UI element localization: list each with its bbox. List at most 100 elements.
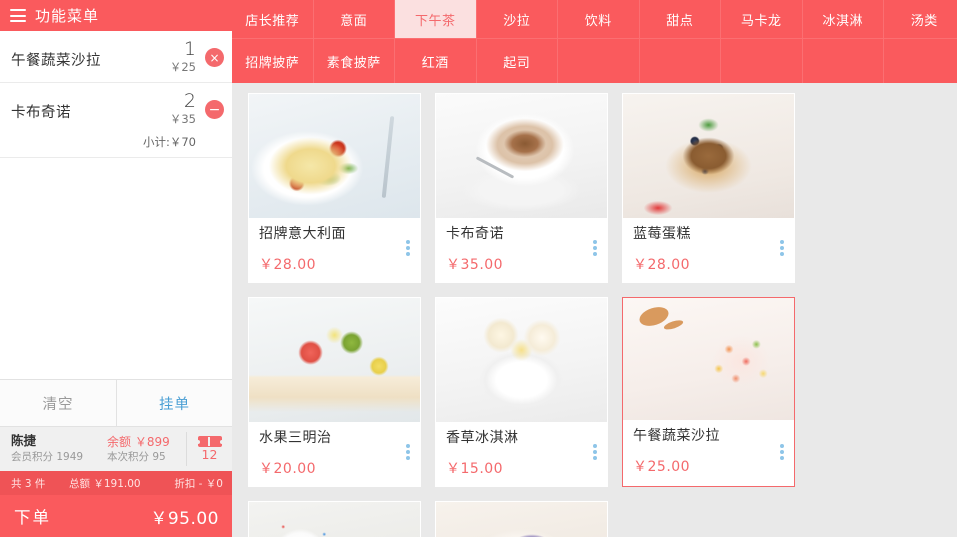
product-name: 卡布奇诺 [446,226,504,242]
product-name: 蓝莓蛋糕 [633,226,691,242]
cart-item-unit-price: ￥25 [169,59,196,74]
product-card-卡布奇诺[interactable]: 卡布奇诺 ￥35.00 [435,93,608,283]
product-image-马卡龙 [436,502,607,537]
main-panel: 店长推荐 意面 下午茶 沙拉 饮料 甜点 马卡龙 冰淇淋 汤类 招牌披萨 素食披萨 红酒 起司 招牌意… [232,0,957,537]
product-grid: 招牌意大利面 ￥28.00 卡布奇诺 ￥35.00 蓝莓蛋糕 ￥28.00 水果三明治 ￥20… [248,93,957,537]
category-tab-店长推荐[interactable]: 店长推荐 [232,0,314,39]
member-balance: 余额 ￥899 [107,434,170,449]
clear-cart-button[interactable]: 清空 [0,380,116,426]
cart-item-qty-price: 2 ￥35 [169,90,196,126]
product-card-香草冰淇淋[interactable]: 香草冰淇淋 ￥15.00 [435,297,608,487]
coupon-count: 12 [201,447,218,463]
cart-item-name: 卡布奇诺 [11,105,71,121]
product-image-水果三明治 [249,298,420,422]
product-card-水果三明治[interactable]: 水果三明治 ￥20.00 [248,297,421,487]
product-image-午餐蔬菜沙拉 [623,298,794,420]
product-card-招牌意大利面[interactable]: 招牌意大利面 ￥28.00 [248,93,421,283]
pos-application: 功能菜单 午餐蔬菜沙拉 1 ￥25 × 卡布奇诺 2 ￥35 − 小计:￥70 … [0,0,957,537]
product-card-body: 香草冰淇淋 ￥15.00 [436,422,607,486]
cart-item-quantity: 1 [183,38,196,60]
submit-order-label: 下单 [14,508,51,527]
category-tab-素食披萨[interactable]: 素食披萨 [314,39,395,83]
submit-order-button[interactable]: 下单 ￥95.00 [0,495,232,537]
hamburger-icon[interactable] [10,9,26,22]
product-price: ￥28.00 [633,256,691,273]
hold-order-button[interactable]: 挂单 [116,380,232,426]
category-tab-bar: 店长推荐 意面 下午茶 沙拉 饮料 甜点 马卡龙 冰淇淋 汤类 招牌披萨 素食披萨 红酒 起司 [232,0,957,83]
cart-item-list: 午餐蔬菜沙拉 1 ￥25 × 卡布奇诺 2 ￥35 − 小计:￥70 [0,31,232,379]
category-tab-饮料[interactable]: 饮料 [558,0,640,39]
product-card-body: 蓝莓蛋糕 ￥28.00 [623,218,794,282]
cart-row-1[interactable]: 午餐蔬菜沙拉 1 ￥25 × [0,31,232,83]
cart-row-2-wrapper: 卡布奇诺 2 ￥35 − 小计:￥70 [0,83,232,158]
more-options-icon[interactable] [406,444,410,460]
member-name: 陈捷 [11,433,37,449]
product-price: ￥35.00 [446,256,504,273]
product-card-body: 水果三明治 ￥20.00 [249,422,420,486]
member-balance-block: 余额 ￥899 本次积分 95 [103,434,186,464]
decrement-item-icon[interactable]: − [205,100,224,119]
product-image-招牌意大利面 [249,94,420,218]
product-name: 水果三明治 [259,430,332,446]
category-tab-下午茶[interactable]: 下午茶 [395,0,477,39]
cart-row-2[interactable]: 卡布奇诺 2 ￥35 − [0,83,232,134]
cart-action-bar: 清空 挂单 [0,379,232,427]
category-tab-沙拉[interactable]: 沙拉 [476,0,558,39]
product-name: 香草冰淇淋 [446,430,519,446]
remove-item-icon[interactable]: × [205,48,224,67]
product-name: 午餐蔬菜沙拉 [633,428,720,444]
order-discount-label: 折扣 - ￥0 [174,477,223,490]
category-tab-甜点[interactable]: 甜点 [639,0,721,39]
category-tab-马卡龙[interactable]: 马卡龙 [721,0,803,39]
product-image-蓝莓蛋糕 [623,94,794,218]
more-options-icon[interactable] [593,240,597,256]
more-options-icon[interactable] [406,240,410,256]
order-total-label: 总额 ￥191.00 [69,477,141,490]
product-card-body: 招牌意大利面 ￥28.00 [249,218,420,282]
category-tab-招牌披萨[interactable]: 招牌披萨 [232,39,314,83]
cart-item-qty-price: 1 ￥25 [169,38,196,74]
product-price: ￥20.00 [259,460,317,477]
member-info-bar[interactable]: 陈捷 会员积分 1949 余额 ￥899 本次积分 95 12 [0,427,232,471]
category-tab-row-1: 店长推荐 意面 下午茶 沙拉 饮料 甜点 马卡龙 冰淇淋 汤类 [232,0,957,39]
function-menu-title[interactable]: 功能菜单 [35,5,99,26]
submit-order-amount: ￥95.00 [150,508,219,529]
product-grid-area: 招牌意大利面 ￥28.00 卡布奇诺 ￥35.00 蓝莓蛋糕 ￥28.00 水果三明治 ￥20… [232,83,957,537]
category-tab-placeholder [884,39,957,83]
category-tab-汤类[interactable]: 汤类 [884,0,957,39]
cart-item-quantity: 2 [183,90,196,112]
category-tab-红酒[interactable]: 红酒 [395,39,477,83]
cart-item-name: 午餐蔬菜沙拉 [11,53,101,69]
product-card-马卡龙[interactable]: 马卡龙￥30.00 [435,501,608,537]
product-image-香草冰淇淋 [436,298,607,422]
category-tab-placeholder [721,39,803,83]
product-image-卡布奇诺 [436,94,607,218]
member-points: 会员积分 1949 [11,451,84,464]
cart-item-subtotal: 小计:￥70 [142,135,196,149]
category-tab-起司[interactable]: 起司 [477,39,558,83]
cart-item-unit-price: ￥35 [169,111,196,126]
product-price: ￥28.00 [259,256,317,273]
product-card-午餐蔬菜沙拉[interactable]: 午餐蔬菜沙拉 ￥25.00 [622,297,795,487]
ticket-icon [195,436,224,448]
product-image-甜甜圈 [249,502,420,537]
category-tab-row-2: 招牌披萨 素食披萨 红酒 起司 [232,39,957,83]
sidebar-header: 功能菜单 [0,0,232,31]
product-price: ￥15.00 [446,460,504,477]
member-identity: 陈捷 会员积分 1949 [11,433,103,464]
more-options-icon[interactable] [780,240,784,256]
more-options-icon[interactable] [593,444,597,460]
order-totals-bar: 共 3 件 总额 ￥191.00 折扣 - ￥0 [0,471,232,495]
category-tab-意面[interactable]: 意面 [313,0,395,39]
member-earned-points: 本次积分 95 [107,451,166,463]
category-tab-placeholder [640,39,721,83]
category-tab-placeholder [803,39,884,83]
category-tab-冰淇淋[interactable]: 冰淇淋 [802,0,884,39]
more-options-icon[interactable] [780,444,784,460]
product-name: 招牌意大利面 [259,226,346,242]
product-card-甜甜圈[interactable]: 甜甜圈￥18.00 [248,501,421,537]
order-sidebar: 功能菜单 午餐蔬菜沙拉 1 ￥25 × 卡布奇诺 2 ￥35 − 小计:￥70 … [0,0,232,537]
product-card-body: 卡布奇诺 ￥35.00 [436,218,607,282]
coupon-button[interactable]: 12 [186,432,232,466]
product-card-蓝莓蛋糕[interactable]: 蓝莓蛋糕 ￥28.00 [622,93,795,283]
